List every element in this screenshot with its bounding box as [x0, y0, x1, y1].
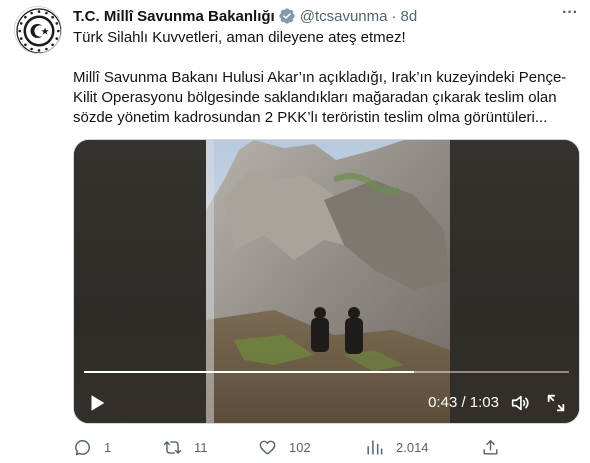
share-icon	[483, 439, 498, 455]
more-icon[interactable]: ···	[560, 5, 580, 26]
tweet-text: Türk Silahlı Kuvvetleri, aman dileyene a…	[73, 28, 573, 128]
reply-button[interactable]: 1	[73, 436, 111, 458]
view-count: 2.014	[396, 439, 429, 455]
video-player[interactable]: 0:43 / 1:03	[73, 139, 580, 424]
avatar[interactable]	[14, 6, 62, 54]
views-button[interactable]: 2.014	[365, 436, 429, 458]
author-name[interactable]: T.C. Millî Savunma Bakanlığı	[73, 8, 275, 25]
fullscreen-icon[interactable]	[545, 392, 567, 414]
video-time: 0:43 / 1:03	[428, 394, 499, 411]
video-frame	[74, 140, 579, 423]
tweet-actions: 1 11 102 2.014	[73, 436, 503, 458]
tweet-text-body: Millî Savunma Bakanı Hulusi Akar’ın açık…	[73, 69, 567, 126]
like-count: 102	[289, 439, 311, 455]
like-button[interactable]: 102	[258, 436, 311, 458]
ministry-logo-icon	[16, 8, 61, 53]
tweet-timestamp[interactable]: 8d	[400, 8, 417, 25]
tweet-header: T.C. Millî Savunma Bakanlığı @tcsavunma …	[73, 5, 580, 26]
verified-badge-icon	[279, 8, 295, 24]
views-icon	[367, 439, 383, 455]
reply-count: 1	[104, 439, 112, 455]
author-handle[interactable]: @tcsavunma	[300, 8, 388, 25]
separator-dot: ·	[391, 7, 397, 25]
share-button[interactable]	[481, 436, 512, 458]
retweet-count: 11	[194, 439, 208, 455]
video-progress-fill	[84, 371, 414, 373]
retweet-button[interactable]: 11	[163, 436, 208, 458]
tweet-text-line1: Türk Silahlı Kuvvetleri, aman dileyene a…	[73, 29, 406, 46]
like-icon	[259, 440, 276, 455]
volume-icon[interactable]	[509, 392, 531, 414]
reply-icon	[75, 439, 90, 455]
video-progress-bar[interactable]	[84, 371, 569, 373]
play-icon[interactable]	[86, 392, 108, 414]
retweet-icon	[163, 440, 182, 454]
